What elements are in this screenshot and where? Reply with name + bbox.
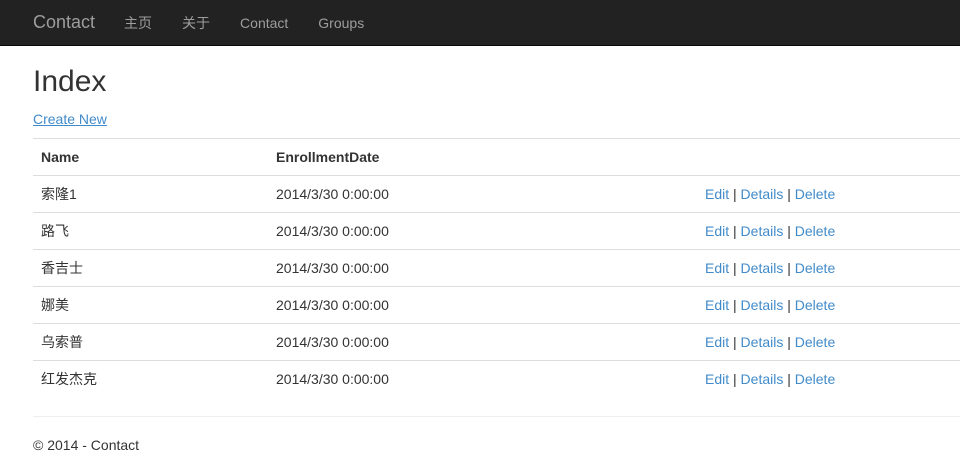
edit-link[interactable]: Edit — [705, 371, 729, 387]
edit-link[interactable]: Edit — [705, 297, 729, 313]
cell-name: 香吉士 — [33, 249, 268, 287]
details-link[interactable]: Details — [741, 186, 784, 202]
cell-name: 索隆1 — [33, 175, 268, 213]
cell-enrollment-date: 2014/3/30 0:00:00 — [268, 360, 697, 398]
delete-link[interactable]: Delete — [795, 223, 835, 239]
action-separator: | — [787, 260, 791, 276]
delete-link[interactable]: Delete — [795, 260, 835, 276]
action-separator: | — [787, 297, 791, 313]
cell-name: 娜美 — [33, 286, 268, 324]
cell-name: 路飞 — [33, 212, 268, 250]
action-separator: | — [733, 260, 737, 276]
action-separator: | — [733, 297, 737, 313]
table-body: 索隆1 2014/3/30 0:00:00 Edit | Details | Del… — [33, 175, 960, 398]
table-header-row: Name EnrollmentDate — [33, 138, 960, 176]
edit-link[interactable]: Edit — [705, 260, 729, 276]
edit-link[interactable]: Edit — [705, 334, 729, 350]
column-header-actions — [697, 138, 960, 176]
cell-actions: Edit | Details | Delete — [697, 212, 960, 250]
details-link[interactable]: Details — [741, 297, 784, 313]
table-row: 红发杰克 2014/3/30 0:00:00 Edit | Details | De… — [33, 360, 960, 398]
action-separator: | — [733, 371, 737, 388]
cell-actions: Edit | Details | Delete — [697, 360, 960, 398]
table-row: 娜美 2014/3/30 0:00:00 Edit | Details | Dele… — [33, 286, 960, 324]
column-header-enrollment-date: EnrollmentDate — [268, 138, 697, 176]
cell-enrollment-date: 2014/3/30 0:00:00 — [268, 212, 697, 250]
cell-actions: Edit | Details | Delete — [697, 323, 960, 361]
delete-link[interactable]: Delete — [795, 186, 835, 202]
delete-link[interactable]: Delete — [795, 371, 835, 387]
nav-link-about[interactable]: 关于 — [167, 0, 225, 46]
details-link[interactable]: Details — [741, 223, 784, 239]
action-separator: | — [787, 371, 791, 388]
page-title: Index — [33, 65, 107, 98]
action-separator: | — [733, 334, 737, 350]
details-link[interactable]: Details — [741, 334, 784, 350]
nav-link-home[interactable]: 主页 — [109, 0, 167, 46]
cell-name: 乌索普 — [33, 323, 268, 361]
footer-text: © 2014 - Contact — [33, 436, 140, 453]
cell-enrollment-date: 2014/3/30 0:00:00 — [268, 249, 697, 287]
table-row: 索隆1 2014/3/30 0:00:00 Edit | Details | Del… — [33, 175, 960, 213]
cell-name: 红发杰克 — [33, 360, 268, 398]
cell-actions: Edit | Details | Delete — [697, 175, 960, 213]
footer-divider — [33, 415, 960, 417]
cell-enrollment-date: 2014/3/30 0:00:00 — [268, 286, 697, 324]
action-separator: | — [787, 223, 791, 239]
nav-link-groups[interactable]: Groups — [303, 0, 379, 46]
table-row: 乌索普 2014/3/30 0:00:00 Edit | Details | Del… — [33, 323, 960, 361]
column-header-name: Name — [33, 138, 268, 176]
create-new-link[interactable]: Create New — [33, 111, 107, 127]
cell-enrollment-date: 2014/3/30 0:00:00 — [268, 175, 697, 213]
details-link[interactable]: Details — [741, 371, 784, 387]
nav-link-contact[interactable]: Contact — [225, 0, 303, 46]
cell-enrollment-date: 2014/3/30 0:00:00 — [268, 323, 697, 361]
top-navbar: Contact 主页 关于 Contact Groups — [0, 0, 960, 46]
cell-actions: Edit | Details | Delete — [697, 286, 960, 324]
table-row: 香吉士 2014/3/30 0:00:00 Edit | Details | Del… — [33, 249, 960, 287]
details-link[interactable]: Details — [741, 260, 784, 276]
delete-link[interactable]: Delete — [795, 297, 835, 313]
main-content: Index Create New Name EnrollmentDate 索隆1… — [0, 46, 960, 453]
edit-link[interactable]: Edit — [705, 223, 729, 239]
brand-link[interactable]: Contact — [33, 12, 95, 33]
table-row: 路飞 2014/3/30 0:00:00 Edit | Details | Dele… — [33, 212, 960, 250]
action-separator: | — [733, 186, 737, 202]
cell-actions: Edit | Details | Delete — [697, 249, 960, 287]
action-separator: | — [787, 186, 791, 202]
action-separator: | — [787, 334, 791, 350]
action-separator: | — [733, 223, 737, 239]
edit-link[interactable]: Edit — [705, 186, 729, 202]
contacts-table: Name EnrollmentDate 索隆1 2014/3/30 0:00:00… — [33, 138, 960, 398]
delete-link[interactable]: Delete — [795, 334, 835, 350]
